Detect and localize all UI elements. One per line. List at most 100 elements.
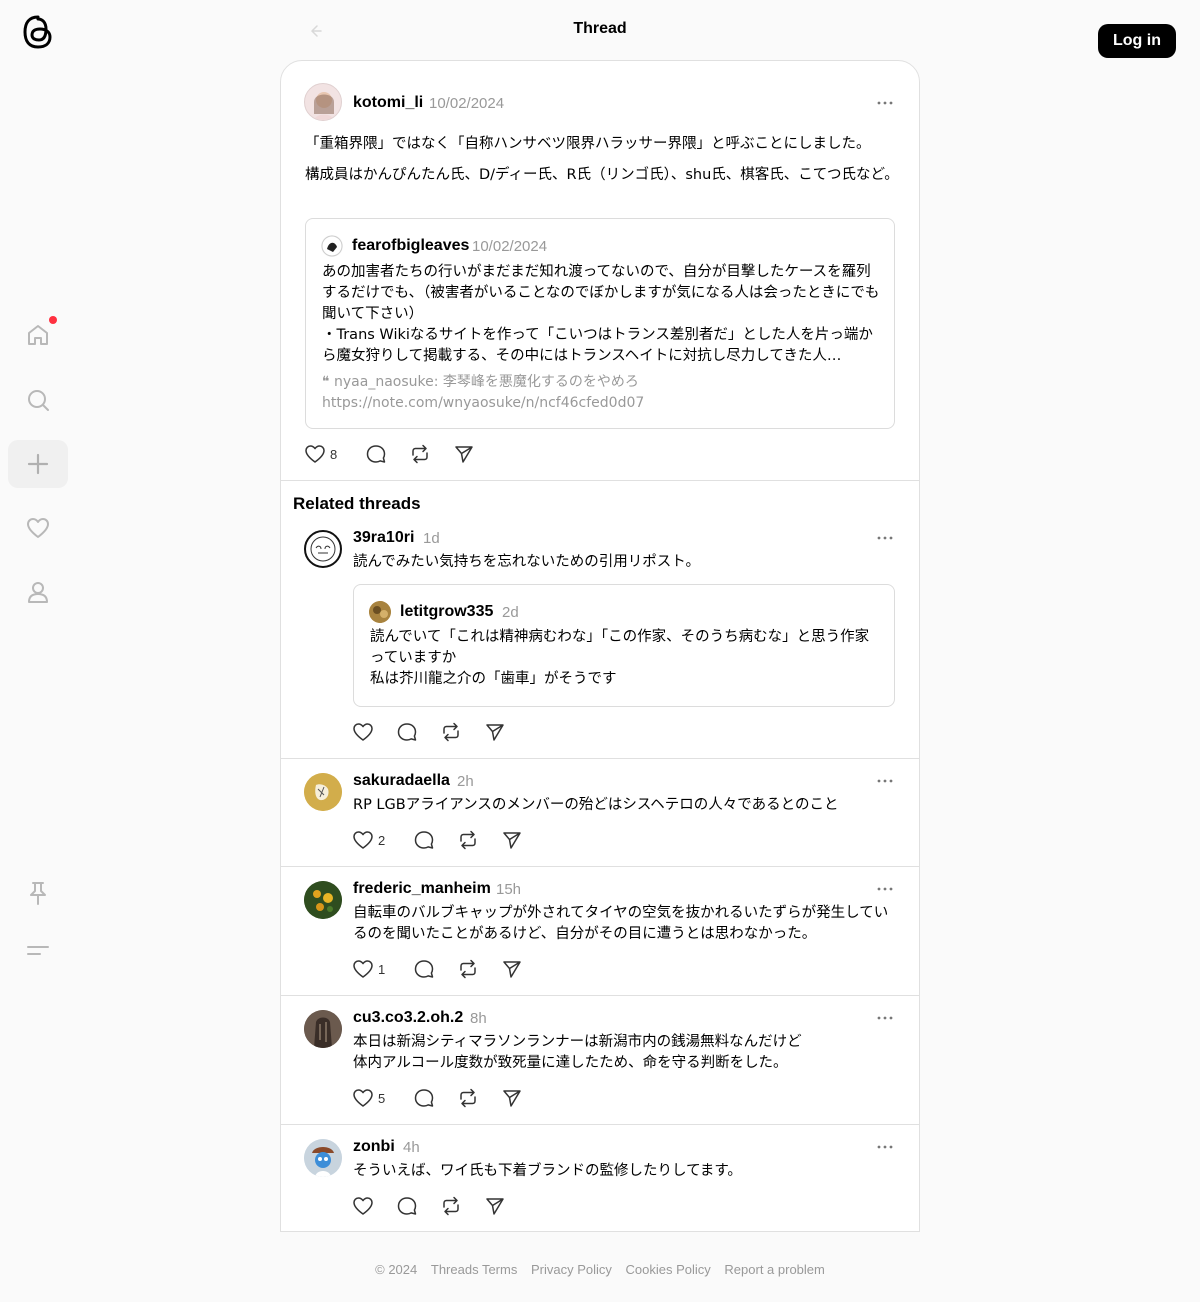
send-icon <box>503 961 521 978</box>
avatar-image <box>310 536 336 562</box>
repost-button[interactable] <box>457 829 479 851</box>
reply-button[interactable] <box>413 958 435 980</box>
share-button[interactable] <box>501 1087 523 1109</box>
post-text-paragraph-1: 「重箱界隈」ではなく「自称ハンサベツ限界ハラッサー界隈」と呼ぶことにしました。 <box>305 136 871 152</box>
login-button[interactable]: Log in <box>1098 24 1176 58</box>
share-button[interactable] <box>501 829 523 851</box>
sidebar-search[interactable] <box>8 376 68 424</box>
reply-button[interactable] <box>365 443 387 465</box>
share-button[interactable] <box>484 1195 506 1217</box>
avatar[interactable] <box>321 235 343 257</box>
avatar[interactable] <box>369 601 391 623</box>
sidebar-menu[interactable] <box>8 927 68 975</box>
send-icon <box>486 1198 504 1215</box>
like-button[interactable] <box>352 721 374 743</box>
sidebar-pin[interactable] <box>8 869 68 917</box>
share-button[interactable] <box>484 721 506 743</box>
more-options-icon[interactable] <box>877 101 893 105</box>
send-icon <box>486 724 504 741</box>
quoted-post[interactable]: letitgrow335 2d 読んでいて「これは精神病むわな」「この作家、その… <box>353 584 895 707</box>
post-username[interactable]: zonbi <box>353 1138 395 1156</box>
post-text: 自転車のバルブキャップが外されてタイヤの空気を抜かれるいたずらが発生しているのを… <box>353 905 889 942</box>
like-button[interactable] <box>352 1195 374 1217</box>
like-count: 8 <box>330 446 338 462</box>
like-button[interactable]: 1 <box>352 958 385 980</box>
post-username[interactable]: frederic_manheim <box>353 880 491 898</box>
post-text-paragraph-2: 構成員はかんぴんたん氏、D/ディー氏、R氏（リンゴ氏）、shu氏、棋客氏、こてつ… <box>305 167 899 183</box>
more-options-icon[interactable] <box>877 1016 893 1020</box>
repost-button[interactable] <box>409 443 431 465</box>
like-button[interactable]: 8 <box>304 443 337 465</box>
repost-icon <box>443 1196 459 1216</box>
plus-icon <box>27 453 49 475</box>
sidebar-activity[interactable] <box>8 504 68 552</box>
comment-icon <box>366 445 386 463</box>
reply-button[interactable] <box>396 1195 418 1217</box>
share-button[interactable] <box>453 443 475 465</box>
post-time[interactable]: 15h <box>496 881 521 898</box>
avatar[interactable] <box>304 1139 342 1177</box>
send-icon <box>503 832 521 849</box>
quote-link[interactable]: https://note.com/wnyaosuke/n/ncf46cfed0d… <box>322 393 644 414</box>
reply-button[interactable] <box>413 1087 435 1109</box>
heart-icon <box>353 831 373 849</box>
like-button[interactable]: 2 <box>352 829 385 851</box>
heart-icon <box>305 445 325 463</box>
divider <box>281 758 919 759</box>
repost-button[interactable] <box>457 1087 479 1109</box>
quote-username[interactable]: letitgrow335 <box>400 603 493 621</box>
send-icon <box>455 446 473 463</box>
like-button[interactable]: 5 <box>352 1087 385 1109</box>
post-username[interactable]: 39ra10ri <box>353 529 414 547</box>
divider <box>281 995 919 996</box>
sidebar-create[interactable] <box>8 440 68 488</box>
post-time[interactable]: 8h <box>470 1010 487 1027</box>
post-username[interactable]: cu3.co3.2.oh.2 <box>353 1009 463 1027</box>
heart-icon <box>353 1197 373 1215</box>
post-time[interactable]: 1d <box>423 530 440 547</box>
post-username[interactable]: sakuradaella <box>353 772 450 790</box>
footer-copyright: © 2024 <box>375 1262 418 1277</box>
repost-button[interactable] <box>457 958 479 980</box>
quoted-post[interactable]: fearofbigleaves 10/02/2024 あの加害者たちの行いがまだ… <box>305 218 895 429</box>
footer-privacy-link[interactable]: Privacy Policy <box>531 1262 612 1277</box>
footer-report-link[interactable]: Report a problem <box>724 1262 824 1277</box>
related-threads-title: Related threads <box>293 494 421 513</box>
quote-username[interactable]: fearofbigleaves <box>352 237 469 255</box>
footer-cookies-link[interactable]: Cookies Policy <box>626 1262 711 1277</box>
more-options-icon[interactable] <box>877 887 893 891</box>
reply-button[interactable] <box>396 721 418 743</box>
sidebar-home[interactable] <box>8 311 68 359</box>
repost-button[interactable] <box>440 721 462 743</box>
post-text: そういえば、ワイ氏も下着ブランドの監修したりしてます。 <box>353 1163 742 1179</box>
post-username[interactable]: kotomi_li <box>353 94 423 112</box>
divider <box>281 1124 919 1125</box>
person-icon <box>28 582 48 603</box>
post-time[interactable]: 4h <box>403 1139 420 1156</box>
more-options-icon[interactable] <box>877 1145 893 1149</box>
sidebar-profile[interactable] <box>8 568 68 616</box>
avatar[interactable] <box>304 881 342 919</box>
avatar[interactable] <box>304 83 342 121</box>
avatar-image <box>369 601 391 623</box>
quote-time[interactable]: 2d <box>502 604 519 621</box>
more-options-icon[interactable] <box>877 536 893 540</box>
footer-terms-link[interactable]: Threads Terms <box>431 1262 517 1277</box>
send-icon <box>503 1090 521 1107</box>
avatar[interactable] <box>304 773 342 811</box>
post-text: 本日は新潟シティマラソンランナーは新潟市内の銭湯無料なんだけど 体内アルコール度… <box>353 1034 802 1071</box>
post-time[interactable]: 2h <box>457 773 474 790</box>
avatar[interactable] <box>304 1010 342 1048</box>
repost-button[interactable] <box>440 1195 462 1217</box>
reply-button[interactable] <box>413 829 435 851</box>
quote-marks-icon: ❝ <box>322 374 330 390</box>
avatar-image <box>304 1010 342 1048</box>
repost-icon <box>460 959 476 979</box>
pin-icon <box>30 882 46 905</box>
avatar[interactable] <box>304 530 342 568</box>
more-options-icon[interactable] <box>877 779 893 783</box>
quote-time[interactable]: 10/02/2024 <box>472 238 547 255</box>
post-time[interactable]: 10/02/2024 <box>429 95 504 112</box>
share-button[interactable] <box>501 958 523 980</box>
repost-icon <box>460 1088 476 1108</box>
